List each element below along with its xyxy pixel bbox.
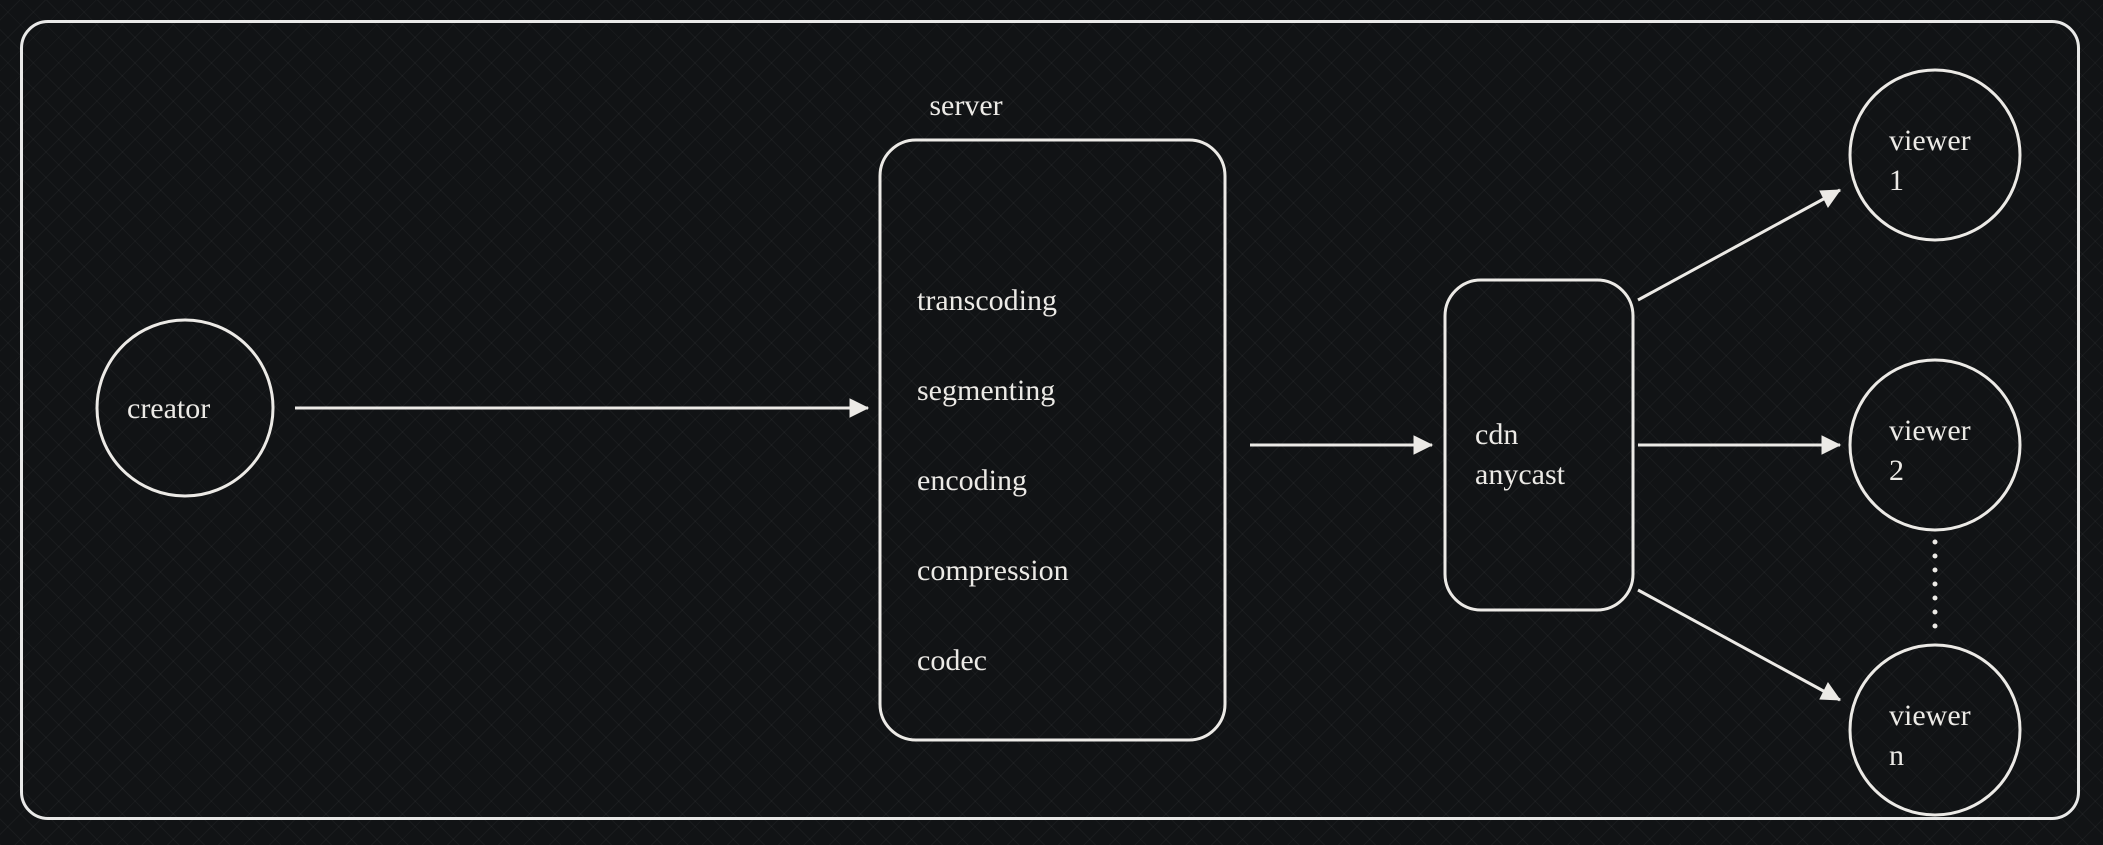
diagram-canvas: creator server transcoding segmenting en…	[0, 0, 2103, 845]
node-cdn: cdn anycast	[1445, 280, 1633, 610]
node-server: server transcoding segmenting encoding c…	[880, 89, 1225, 740]
node-viewer2-line2: 2	[1889, 454, 1904, 487]
node-viewer1-line1: viewer	[1889, 124, 1971, 157]
server-item-1: segmenting	[917, 374, 1055, 407]
node-viewer2-line1: viewer	[1889, 414, 1971, 447]
server-item-4: codec	[917, 644, 987, 677]
node-viewer-n: viewer n	[1850, 645, 2020, 815]
node-viewern-line1: viewer	[1889, 699, 1971, 732]
node-cdn-line1: cdn	[1475, 418, 1518, 451]
node-viewern-line2: n	[1889, 739, 1904, 772]
edge-cdn-viewern	[1638, 590, 1840, 700]
edge-cdn-viewer2	[1638, 436, 1840, 454]
edge-creator-server	[295, 399, 868, 417]
node-creator: creator	[97, 320, 273, 496]
node-cdn-line2: anycast	[1475, 458, 1566, 491]
edge-cdn-viewer1	[1638, 190, 1840, 300]
server-item-3: compression	[917, 554, 1069, 587]
node-creator-label: creator	[127, 392, 210, 425]
node-viewer-1: viewer 1	[1850, 70, 2020, 240]
edge-server-cdn	[1250, 436, 1432, 454]
node-server-title: server	[929, 89, 1002, 122]
node-viewer-2: viewer 2	[1850, 360, 2020, 530]
server-item-0: transcoding	[917, 284, 1057, 317]
node-viewer1-line2: 1	[1889, 164, 1904, 197]
server-item-2: encoding	[917, 464, 1027, 497]
